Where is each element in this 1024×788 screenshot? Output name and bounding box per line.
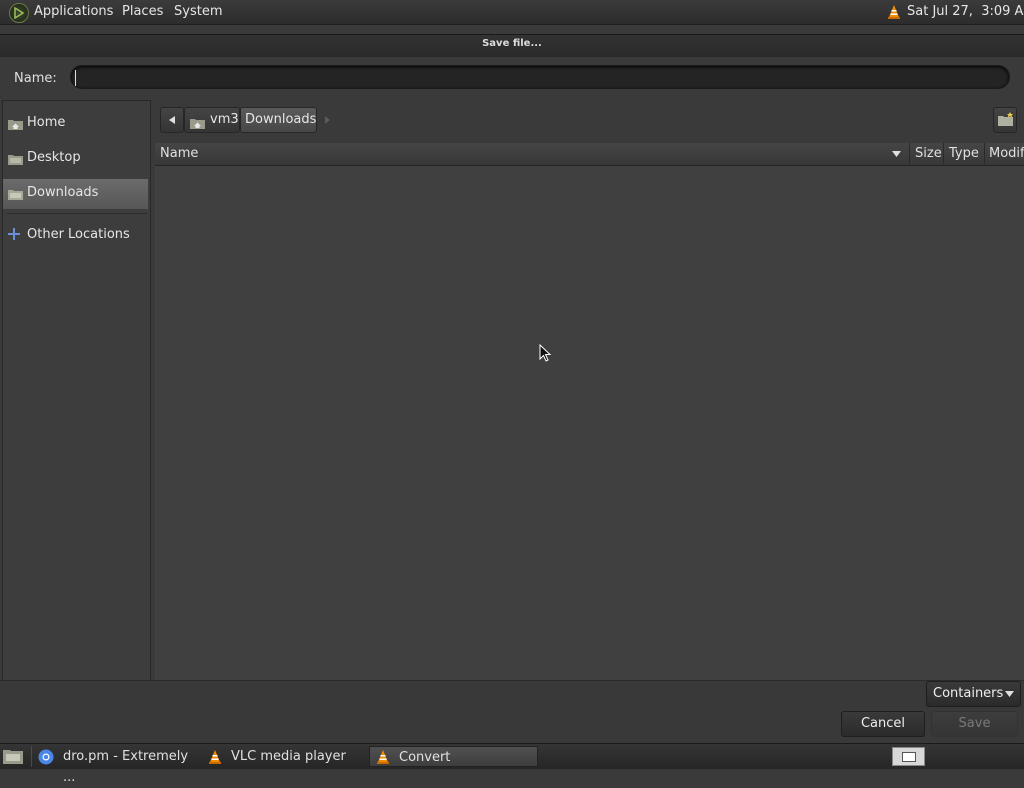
file-list-header: Name Size Type Modifi: [155, 143, 1024, 166]
sidebar-item-label: Other Locations: [27, 227, 130, 242]
name-row: Name:: [0, 57, 1024, 99]
column-divider: [943, 143, 944, 165]
sidebar-item-label: Home: [27, 115, 66, 130]
column-divider: [984, 143, 985, 165]
chevron-left-icon: [169, 116, 175, 124]
mouse-cursor-icon: [539, 344, 552, 362]
folder-icon: [8, 153, 23, 169]
file-filter-dropdown[interactable]: Containers: [926, 681, 1021, 707]
task-label: Convert: [399, 750, 451, 765]
home-folder-icon: [8, 118, 23, 134]
column-divider: [909, 143, 910, 165]
places-menu[interactable]: Places: [122, 0, 163, 24]
taskbar-separator: [31, 746, 32, 767]
sort-descending-icon[interactable]: [892, 151, 901, 157]
sidebar-item-downloads[interactable]: Downloads: [3, 179, 148, 209]
workspace-switcher[interactable]: [892, 747, 925, 766]
sidebar-divider: [7, 213, 147, 214]
text-caret: [75, 70, 76, 86]
dialog-titlebar[interactable]: Save file...: [0, 34, 1024, 57]
clock[interactable]: Sat Jul 27, 3:09 AM: [907, 0, 1024, 24]
dialog-title: Save file...: [482, 38, 542, 49]
home-folder-icon: [190, 114, 205, 138]
system-menu[interactable]: System: [174, 0, 222, 24]
vlc-cone-icon: [377, 750, 389, 764]
crumb-label: Downloads: [245, 112, 317, 127]
chromium-icon: [38, 749, 54, 765]
column-name[interactable]: Name: [160, 143, 198, 165]
sidebar-item-home[interactable]: Home: [3, 109, 148, 139]
chevron-down-icon: [1005, 691, 1014, 697]
new-folder-icon: [998, 112, 1013, 126]
show-desktop-icon[interactable]: [3, 748, 23, 768]
task-label: dro.pm - Extremely ...: [63, 749, 189, 785]
crumb-label: vm3: [210, 112, 239, 127]
vlc-cone-icon: [209, 750, 221, 764]
column-size[interactable]: Size: [915, 143, 942, 165]
file-list[interactable]: [155, 166, 1024, 680]
path-forward-button[interactable]: [317, 107, 339, 133]
sidebar-item-label: Desktop: [27, 150, 81, 165]
filter-label: Containers: [933, 686, 1004, 701]
filename-input[interactable]: [70, 65, 1010, 89]
workspace-window-icon: [902, 752, 916, 762]
save-button[interactable]: Save: [931, 711, 1018, 737]
task-vlc-media-player[interactable]: VLC media player: [203, 746, 368, 767]
folder-icon: [8, 188, 23, 204]
places-sidebar: Home Desktop Downloads Other Locations: [2, 100, 151, 682]
vlc-tray-icon[interactable]: [886, 4, 902, 24]
path-back-button[interactable]: [160, 107, 184, 133]
task-convert[interactable]: Convert: [369, 746, 538, 767]
crumb-vm3[interactable]: vm3: [184, 107, 240, 133]
name-label: Name:: [14, 71, 57, 86]
task-label: VLC media player: [231, 749, 346, 764]
applications-menu[interactable]: Applications: [34, 0, 113, 24]
sidebar-item-desktop[interactable]: Desktop: [3, 144, 148, 174]
sidebar-item-other-locations[interactable]: Other Locations: [3, 221, 148, 251]
column-type[interactable]: Type: [949, 143, 979, 165]
sidebar-item-label: Downloads: [27, 185, 99, 200]
crumb-downloads[interactable]: Downloads: [240, 107, 317, 133]
plus-icon: [8, 228, 20, 244]
task-chromium[interactable]: dro.pm - Extremely ...: [35, 746, 200, 785]
cancel-button[interactable]: Cancel: [841, 711, 925, 737]
dialog-actions: Containers Cancel Save: [0, 680, 1024, 743]
top-panel: Applications Places System Sat Jul 27, 3…: [0, 0, 1024, 25]
distro-logo-icon[interactable]: [9, 3, 29, 23]
create-folder-button[interactable]: [993, 107, 1017, 133]
column-modified[interactable]: Modifi: [989, 143, 1024, 165]
chevron-right-icon: [325, 116, 330, 124]
path-bar: vm3 Downloads: [155, 100, 1024, 142]
taskbar: dro.pm - Extremely ... VLC media player …: [0, 743, 1024, 785]
